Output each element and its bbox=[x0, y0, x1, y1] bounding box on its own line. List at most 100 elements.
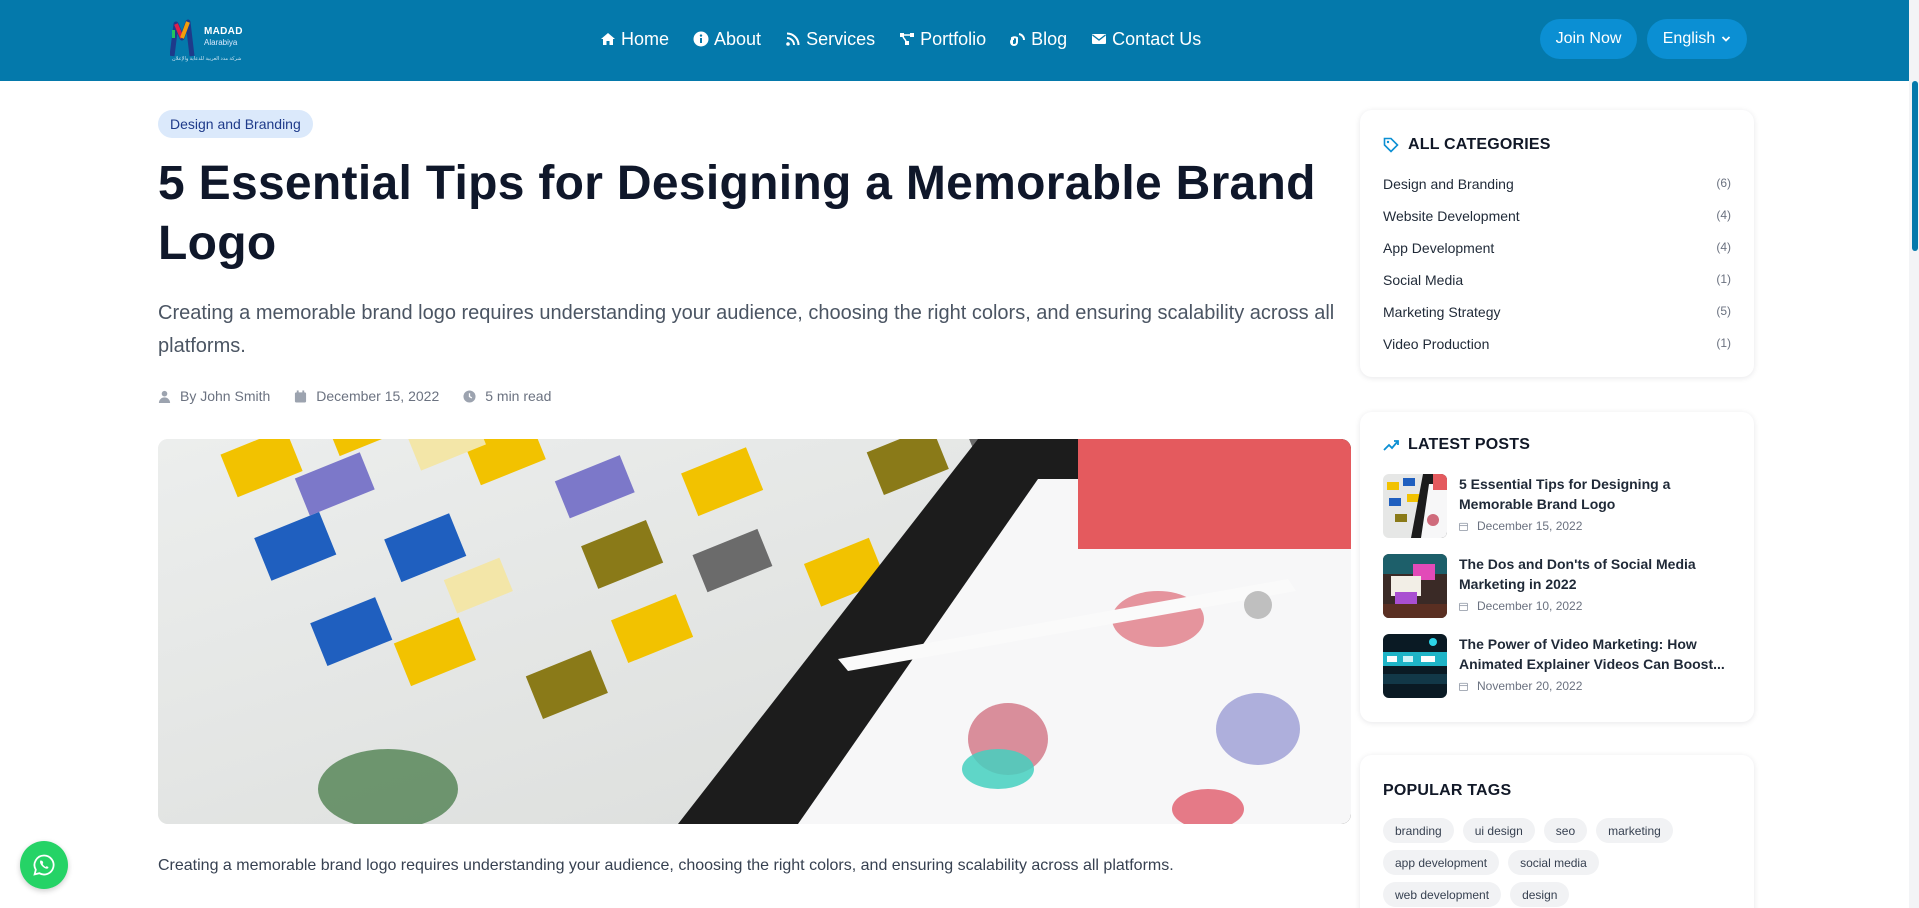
latest-post-date: December 15, 2022 bbox=[1459, 519, 1582, 533]
home-icon bbox=[601, 33, 615, 45]
calendar-icon bbox=[295, 389, 307, 403]
clock-icon bbox=[463, 389, 476, 403]
latest-post-date-text: December 10, 2022 bbox=[1477, 599, 1583, 613]
category-name: App Development bbox=[1383, 240, 1495, 256]
tag-chip[interactable]: seo bbox=[1543, 818, 1588, 843]
latest-post-item[interactable]: The Dos and Don'ts of Social Media Marke… bbox=[1383, 554, 1733, 620]
info-icon bbox=[693, 31, 709, 47]
join-now-button[interactable]: Join Now bbox=[1540, 19, 1637, 59]
category-item[interactable]: Website Development (4) bbox=[1383, 208, 1731, 224]
logo-brand-name: MADAD bbox=[204, 26, 243, 37]
nav-label: Contact Us bbox=[1112, 28, 1202, 49]
category-count: (1) bbox=[1716, 272, 1731, 286]
popular-tags-heading: POPULAR TAGS bbox=[1383, 782, 1511, 800]
article-meta: By John Smith December 15, 2022 5 min re… bbox=[158, 388, 575, 404]
article-lead: Creating a memorable brand logo requires… bbox=[158, 302, 1335, 357]
nav-label: Home bbox=[621, 28, 670, 49]
nav-label: About bbox=[714, 28, 762, 49]
nav-item-services[interactable]: Services bbox=[785, 29, 875, 50]
category-count: (5) bbox=[1716, 304, 1731, 318]
user-icon bbox=[158, 390, 171, 403]
category-count: (4) bbox=[1716, 208, 1731, 222]
category-name: Social Media bbox=[1383, 272, 1464, 288]
nav-item-blog[interactable]: Blog bbox=[1010, 29, 1067, 50]
post-thumbnail bbox=[1383, 554, 1447, 618]
category-count: (1) bbox=[1716, 336, 1731, 350]
calendar-icon bbox=[1459, 682, 1468, 691]
language-selector[interactable]: English bbox=[1647, 19, 1747, 59]
category-item[interactable]: Marketing Strategy (5) bbox=[1383, 304, 1731, 320]
category-name: Website Development bbox=[1383, 208, 1520, 224]
article-body-paragraph: Creating a memorable brand logo requires… bbox=[158, 857, 1174, 874]
nav-item-about[interactable]: About bbox=[693, 29, 761, 50]
tag-list: branding ui design seo marketing app dev… bbox=[1383, 818, 1733, 908]
post-thumbnail bbox=[1383, 474, 1447, 538]
publish-date: December 15, 2022 bbox=[316, 388, 440, 404]
category-name: Design and Branding bbox=[1383, 176, 1514, 192]
blog-icon bbox=[1010, 33, 1026, 46]
tag-chip[interactable]: marketing bbox=[1596, 818, 1673, 843]
category-item[interactable]: Social Media (1) bbox=[1383, 272, 1731, 288]
category-count: (4) bbox=[1716, 240, 1731, 254]
popular-tags-title: POPULAR TAGS bbox=[1383, 782, 1512, 799]
whatsapp-button[interactable] bbox=[20, 841, 68, 889]
categories-title: ALL CATEGORIES bbox=[1408, 136, 1551, 153]
logo-brand-sub: Alarabiya bbox=[204, 38, 238, 47]
tag-chip[interactable]: branding bbox=[1383, 818, 1454, 843]
rss-icon bbox=[786, 32, 800, 46]
latest-post-item[interactable]: The Power of Video Marketing: How Animat… bbox=[1383, 634, 1733, 700]
page-scrollbar-thumb[interactable] bbox=[1912, 81, 1918, 251]
envelope-icon bbox=[1092, 34, 1107, 44]
read-time: 5 min read bbox=[485, 388, 552, 404]
nav-item-contact[interactable]: Contact Us bbox=[1091, 29, 1201, 50]
calendar-icon bbox=[1459, 522, 1468, 531]
latest-posts-title: LATEST POSTS bbox=[1408, 436, 1531, 453]
categories-card: ALL CATEGORIES Design and Branding (6) We… bbox=[1360, 110, 1754, 377]
hero-image bbox=[158, 439, 1351, 824]
latest-posts-heading: LATEST POSTS bbox=[1383, 436, 1530, 454]
latest-post-title: The Dos and Don'ts of Social Media Marke… bbox=[1459, 556, 1696, 592]
nav-label: Blog bbox=[1031, 28, 1068, 49]
nav-label: Services bbox=[806, 28, 876, 49]
category-item[interactable]: Design and Branding (6) bbox=[1383, 176, 1731, 192]
categories-heading: ALL CATEGORIES bbox=[1383, 136, 1551, 154]
language-label: English bbox=[1662, 30, 1716, 47]
latest-post-title: 5 Essential Tips for Designing a Memorab… bbox=[1459, 476, 1671, 512]
chevron-down-icon bbox=[1722, 36, 1731, 42]
latest-post-date-text: November 20, 2022 bbox=[1477, 679, 1583, 693]
tag-chip[interactable]: app development bbox=[1383, 850, 1500, 875]
category-count: (6) bbox=[1716, 176, 1731, 190]
nav-item-home[interactable]: Home bbox=[600, 29, 669, 50]
nav-item-portfolio[interactable]: Portfolio bbox=[899, 29, 986, 50]
site-logo[interactable]: MADAD Alarabiya شركة مدد العربية للدعاية… bbox=[170, 16, 252, 66]
main-nav: Home About Services Portfolio Blog Conta… bbox=[600, 26, 1201, 52]
logo-tagline: شركة مدد العربية للدعاية والإعلان bbox=[172, 56, 242, 62]
latest-post-title: The Power of Video Marketing: How Animat… bbox=[1459, 636, 1725, 672]
tag-chip[interactable]: ui design bbox=[1462, 818, 1535, 843]
tag-chip[interactable]: social media bbox=[1508, 850, 1599, 875]
network-icon bbox=[900, 33, 915, 45]
page-title: 5 Essential Tips for Designing a Memorab… bbox=[158, 157, 1316, 270]
category-name: Marketing Strategy bbox=[1383, 304, 1501, 320]
latest-post-date: November 20, 2022 bbox=[1459, 679, 1582, 693]
author-name: By John Smith bbox=[180, 388, 271, 404]
trending-up-icon bbox=[1383, 440, 1399, 451]
category-name: Video Production bbox=[1383, 336, 1490, 352]
meta-read-time: 5 min read bbox=[463, 388, 551, 404]
tag-icon bbox=[1383, 137, 1399, 153]
latest-post-item[interactable]: 5 Essential Tips for Designing a Memorab… bbox=[1383, 474, 1733, 540]
tag-chip[interactable]: design bbox=[1510, 882, 1570, 907]
top-navbar: MADAD Alarabiya شركة مدد العربية للدعاية… bbox=[0, 0, 1919, 81]
calendar-icon bbox=[1459, 602, 1468, 611]
post-thumbnail bbox=[1383, 634, 1447, 698]
meta-date: December 15, 2022 bbox=[294, 388, 439, 404]
meta-author: By John Smith bbox=[158, 388, 270, 404]
whatsapp-icon bbox=[33, 854, 55, 876]
category-item[interactable]: App Development (4) bbox=[1383, 240, 1731, 256]
nav-label: Portfolio bbox=[920, 28, 987, 49]
latest-post-date: December 10, 2022 bbox=[1459, 599, 1582, 613]
category-item[interactable]: Video Production (1) bbox=[1383, 336, 1731, 352]
category-badge[interactable]: Design and Branding bbox=[158, 110, 313, 138]
latest-post-date-text: December 15, 2022 bbox=[1477, 519, 1583, 533]
tag-chip[interactable]: web development bbox=[1383, 882, 1502, 907]
